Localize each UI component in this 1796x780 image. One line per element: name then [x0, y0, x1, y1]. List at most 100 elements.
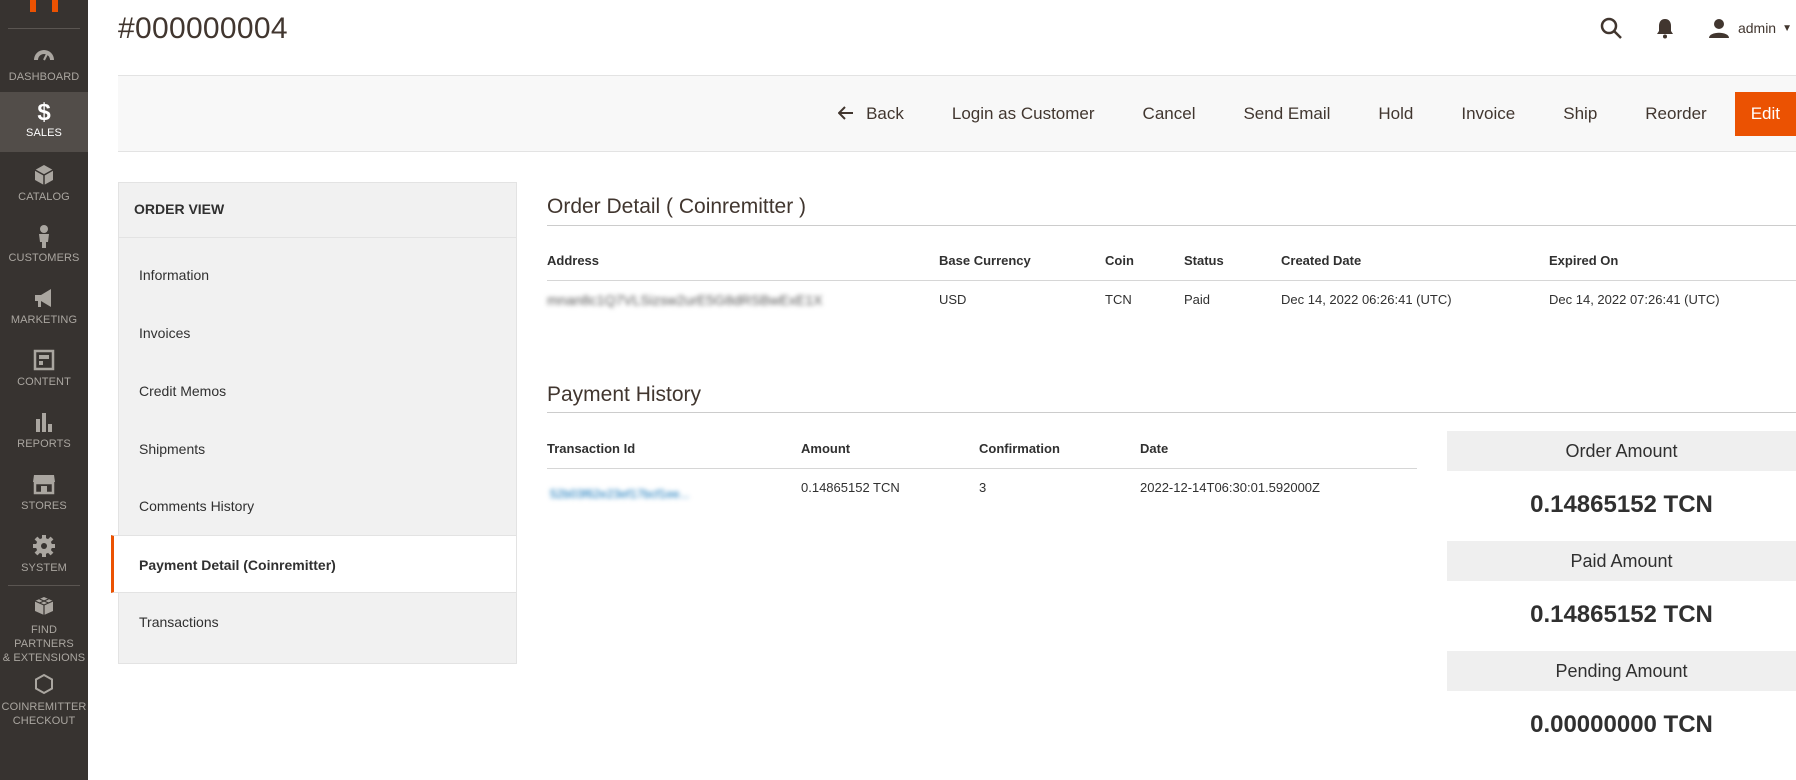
tab-comments-history[interactable]: Comments History	[119, 477, 516, 535]
sidebar-item-system[interactable]: SYSTEM	[0, 531, 88, 575]
admin-user-menu[interactable]: admin ▼	[1706, 15, 1792, 41]
dashboard-icon	[0, 40, 88, 70]
order-amount-value: 0.14865152 TCN	[1530, 491, 1713, 518]
sidebar-item-dashboard[interactable]: DASHBOARD	[0, 40, 88, 84]
col-header-address: Address	[547, 253, 600, 268]
person-icon	[0, 221, 88, 251]
sidebar-item-label: FIND PARTNERS	[14, 624, 74, 650]
tab-information[interactable]: Information	[119, 246, 516, 304]
order-view-tabs: ORDER VIEW Information Invoices Credit M…	[111, 182, 517, 664]
sidebar-item-customers[interactable]: CUSTOMERS	[0, 221, 88, 265]
payment-date-value: 2022-12-14T06:30:01.592000Z	[1140, 480, 1320, 495]
confirmation-value: 3	[979, 480, 987, 495]
sidebar-item-find-partners[interactable]: FIND PARTNERS & EXTENSIONS	[0, 593, 88, 664]
created-date-value: Dec 14, 2022 06:26:41 (UTC)	[1281, 292, 1452, 307]
sidebar-divider	[8, 585, 80, 586]
order-view-title: ORDER VIEW	[134, 201, 225, 217]
edit-button[interactable]: Edit	[1734, 92, 1796, 136]
sidebar-item-catalog[interactable]: CATALOG	[0, 160, 88, 204]
paid-amount-value: 0.14865152 TCN	[1530, 601, 1713, 628]
back-button[interactable]: Back	[814, 92, 928, 136]
col-header-amount: Amount	[801, 441, 851, 456]
tab-invoices[interactable]: Invoices	[119, 304, 516, 362]
sidebar-item-label: & EXTENSIONS	[2, 652, 86, 664]
col-header-created-date: Created Date	[1281, 253, 1362, 268]
sidebar-item-label: CHECKOUT	[12, 715, 76, 727]
sidebar-item-marketing[interactable]: MARKETING	[0, 283, 88, 327]
col-header-status: Status	[1184, 253, 1224, 268]
sidebar-item-coinremitter[interactable]: COINREMITTER CHECKOUT	[0, 670, 88, 727]
tab-transactions[interactable]: Transactions	[119, 593, 516, 651]
col-header-confirmation: Confirmation	[979, 441, 1060, 456]
expired-on-value: Dec 14, 2022 07:26:41 (UTC)	[1549, 292, 1720, 307]
payment-history-title: Payment History	[547, 383, 702, 406]
dollar-icon: $	[37, 99, 51, 126]
sidebar-item-sales[interactable]: $ SALES	[0, 92, 88, 152]
sidebar-item-label: CUSTOMERS	[8, 252, 80, 264]
sidebar-item-label: CONTENT	[17, 376, 71, 388]
ship-button[interactable]: Ship	[1539, 92, 1621, 136]
user-icon	[1706, 15, 1732, 41]
cancel-button[interactable]: Cancel	[1119, 92, 1220, 136]
box-icon	[0, 160, 88, 190]
pending-amount-value: 0.00000000 TCN	[1530, 711, 1713, 738]
sidebar-item-stores[interactable]: STORES	[0, 469, 88, 513]
coin-value: TCN	[1105, 292, 1132, 307]
chevron-down-icon: ▼	[1782, 22, 1792, 34]
sidebar-item-label: MARKETING	[10, 314, 78, 326]
col-header-coin: Coin	[1105, 253, 1134, 268]
send-email-button[interactable]: Send Email	[1219, 92, 1354, 136]
invoice-button[interactable]: Invoice	[1437, 92, 1539, 136]
search-icon[interactable]	[1598, 15, 1624, 41]
paid-amount-label: Paid Amount	[1447, 541, 1796, 581]
storefront-icon	[0, 469, 88, 499]
layout-icon	[0, 345, 88, 375]
notifications-bell-icon[interactable]	[1652, 15, 1678, 41]
magento-logo-icon[interactable]	[30, 0, 58, 12]
admin-username: admin	[1737, 20, 1777, 36]
sidebar-item-reports[interactable]: REPORTS	[0, 407, 88, 451]
payment-amount-value: 0.14865152 TCN	[801, 480, 900, 495]
arrow-left-icon	[837, 92, 854, 136]
sidebar-item-label: SALES	[26, 127, 62, 139]
table-row-divider	[547, 280, 1796, 281]
divider	[119, 237, 516, 238]
section-divider	[547, 225, 1796, 226]
header-actions: admin ▼	[1598, 0, 1796, 56]
sidebar-divider	[8, 28, 80, 29]
sidebar-item-label: SYSTEM	[21, 562, 67, 574]
table-row-divider	[547, 468, 1417, 469]
admin-sidebar: DASHBOARD $ SALES CATALOG CUSTOMERS MARK…	[0, 0, 88, 780]
sidebar-item-content[interactable]: CONTENT	[0, 345, 88, 389]
section-divider	[547, 412, 1796, 413]
transaction-id-link[interactable]: 52b03f62e23ef17bcf1ee...	[550, 487, 689, 501]
reorder-button[interactable]: Reorder	[1621, 92, 1730, 136]
hexagon-icon	[0, 670, 88, 700]
col-header-date: Date	[1140, 441, 1169, 456]
megaphone-icon	[0, 283, 88, 313]
gear-icon	[0, 531, 88, 561]
login-as-customer-button[interactable]: Login as Customer	[928, 92, 1119, 136]
back-label: Back	[866, 104, 904, 123]
tab-credit-memos[interactable]: Credit Memos	[119, 362, 516, 420]
sidebar-item-label: STORES	[21, 500, 67, 512]
cubes-icon	[0, 593, 88, 623]
order-amount-label: Order Amount	[1447, 431, 1796, 471]
pending-amount-label: Pending Amount	[1447, 651, 1796, 691]
col-header-transaction-id: Transaction Id	[547, 441, 636, 456]
order-address-value: mnan8c1Q7VLSizsw2urE5G8dRSBwExE1X	[547, 292, 823, 308]
sidebar-item-label: COINREMITTER	[1, 701, 87, 713]
col-header-base-currency: Base Currency	[939, 253, 1031, 268]
col-header-expired-on: Expired On	[1549, 253, 1619, 268]
sidebar-item-label: REPORTS	[17, 438, 71, 450]
order-detail-title: Order Detail ( Coinremitter )	[547, 195, 807, 218]
hold-button[interactable]: Hold	[1354, 92, 1437, 136]
tab-payment-detail-coinremitter[interactable]: Payment Detail (Coinremitter)	[111, 535, 516, 593]
status-value: Paid	[1184, 292, 1211, 307]
tab-shipments[interactable]: Shipments	[119, 420, 516, 478]
bar-chart-icon	[0, 407, 88, 437]
base-currency-value: USD	[939, 292, 967, 307]
sidebar-item-label: CATALOG	[18, 191, 70, 203]
page-title: #000000004	[118, 12, 288, 45]
sidebar-item-label: DASHBOARD	[8, 71, 80, 83]
